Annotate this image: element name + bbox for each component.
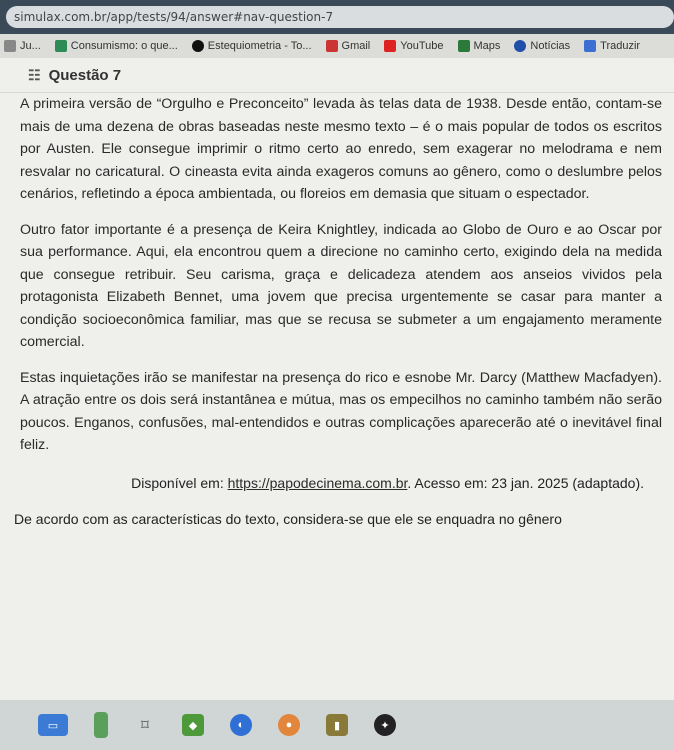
bookmark-estequiometria[interactable]: Estequiometria - To...: [191, 40, 312, 52]
question-header: ☷ Questão 7: [0, 58, 674, 93]
bookmark-0[interactable]: Ju...: [4, 40, 41, 52]
source-link[interactable]: https://papodecinema.com.br: [228, 475, 408, 491]
url-text: simulax.com.br/app/tests/94/answer#nav-q…: [14, 10, 334, 24]
files-icon[interactable]: ▭: [38, 714, 68, 736]
source-citation: Disponível em: https://papodecinema.com.…: [131, 474, 644, 491]
news-icon: [514, 40, 527, 52]
url-field[interactable]: simulax.com.br/app/tests/94/answer#nav-q…: [6, 6, 674, 28]
bookmark-maps[interactable]: Maps: [457, 40, 500, 52]
chrome-icon[interactable]: ◐: [230, 714, 252, 736]
question-title: Questão 7: [48, 66, 122, 84]
paragraph-1: A primeira versão de “Orgulho e Preconce…: [20, 96, 662, 202]
bookmark-consumismo[interactable]: Consumismo: o que...: [54, 40, 178, 52]
bookmark-gmail[interactable]: Gmail: [325, 40, 370, 52]
bookmark-icon: [191, 40, 204, 52]
bookmark-icon: [54, 40, 67, 52]
translate-icon: [584, 40, 597, 52]
paragraph-2: Outro fator importante é a presença de K…: [20, 221, 662, 351]
menu-icon[interactable]: ⌑: [134, 714, 156, 736]
bookmark-icon: [4, 40, 16, 52]
paragraph-3: Estas inquietações irão se manifestar na…: [20, 369, 662, 454]
taskbar: ▭ ⌑ ◆ ◐ ● ▮ ✦: [0, 700, 674, 750]
question-list-icon[interactable]: ☷: [28, 67, 41, 84]
question-stem: De acordo com as características do text…: [14, 510, 562, 527]
address-bar[interactable]: simulax.com.br/app/tests/94/answer#nav-q…: [0, 0, 674, 34]
notification-icon[interactable]: ✦: [374, 714, 396, 736]
chart-icon[interactable]: ▮: [326, 714, 348, 736]
bookmark-noticias[interactable]: Notícias: [514, 40, 570, 52]
app-icon[interactable]: ●: [278, 714, 300, 736]
bookmark-youtube[interactable]: YouTube: [384, 40, 444, 52]
youtube-icon: [384, 40, 397, 52]
question-text: A primeira versão de “Orgulho e Preconce…: [0, 93, 674, 457]
bookmarks-bar: Ju... Consumismo: o que... Estequiometri…: [0, 34, 674, 58]
question-page: ☷ Questão 7 A primeira versão de “Orgulh…: [0, 58, 674, 700]
bookmark-traduzir[interactable]: Traduzir: [584, 40, 640, 52]
phone-icon[interactable]: [94, 712, 108, 738]
gmail-icon: [325, 40, 338, 52]
maps-icon: [457, 40, 470, 52]
drive-icon[interactable]: ◆: [182, 714, 204, 736]
